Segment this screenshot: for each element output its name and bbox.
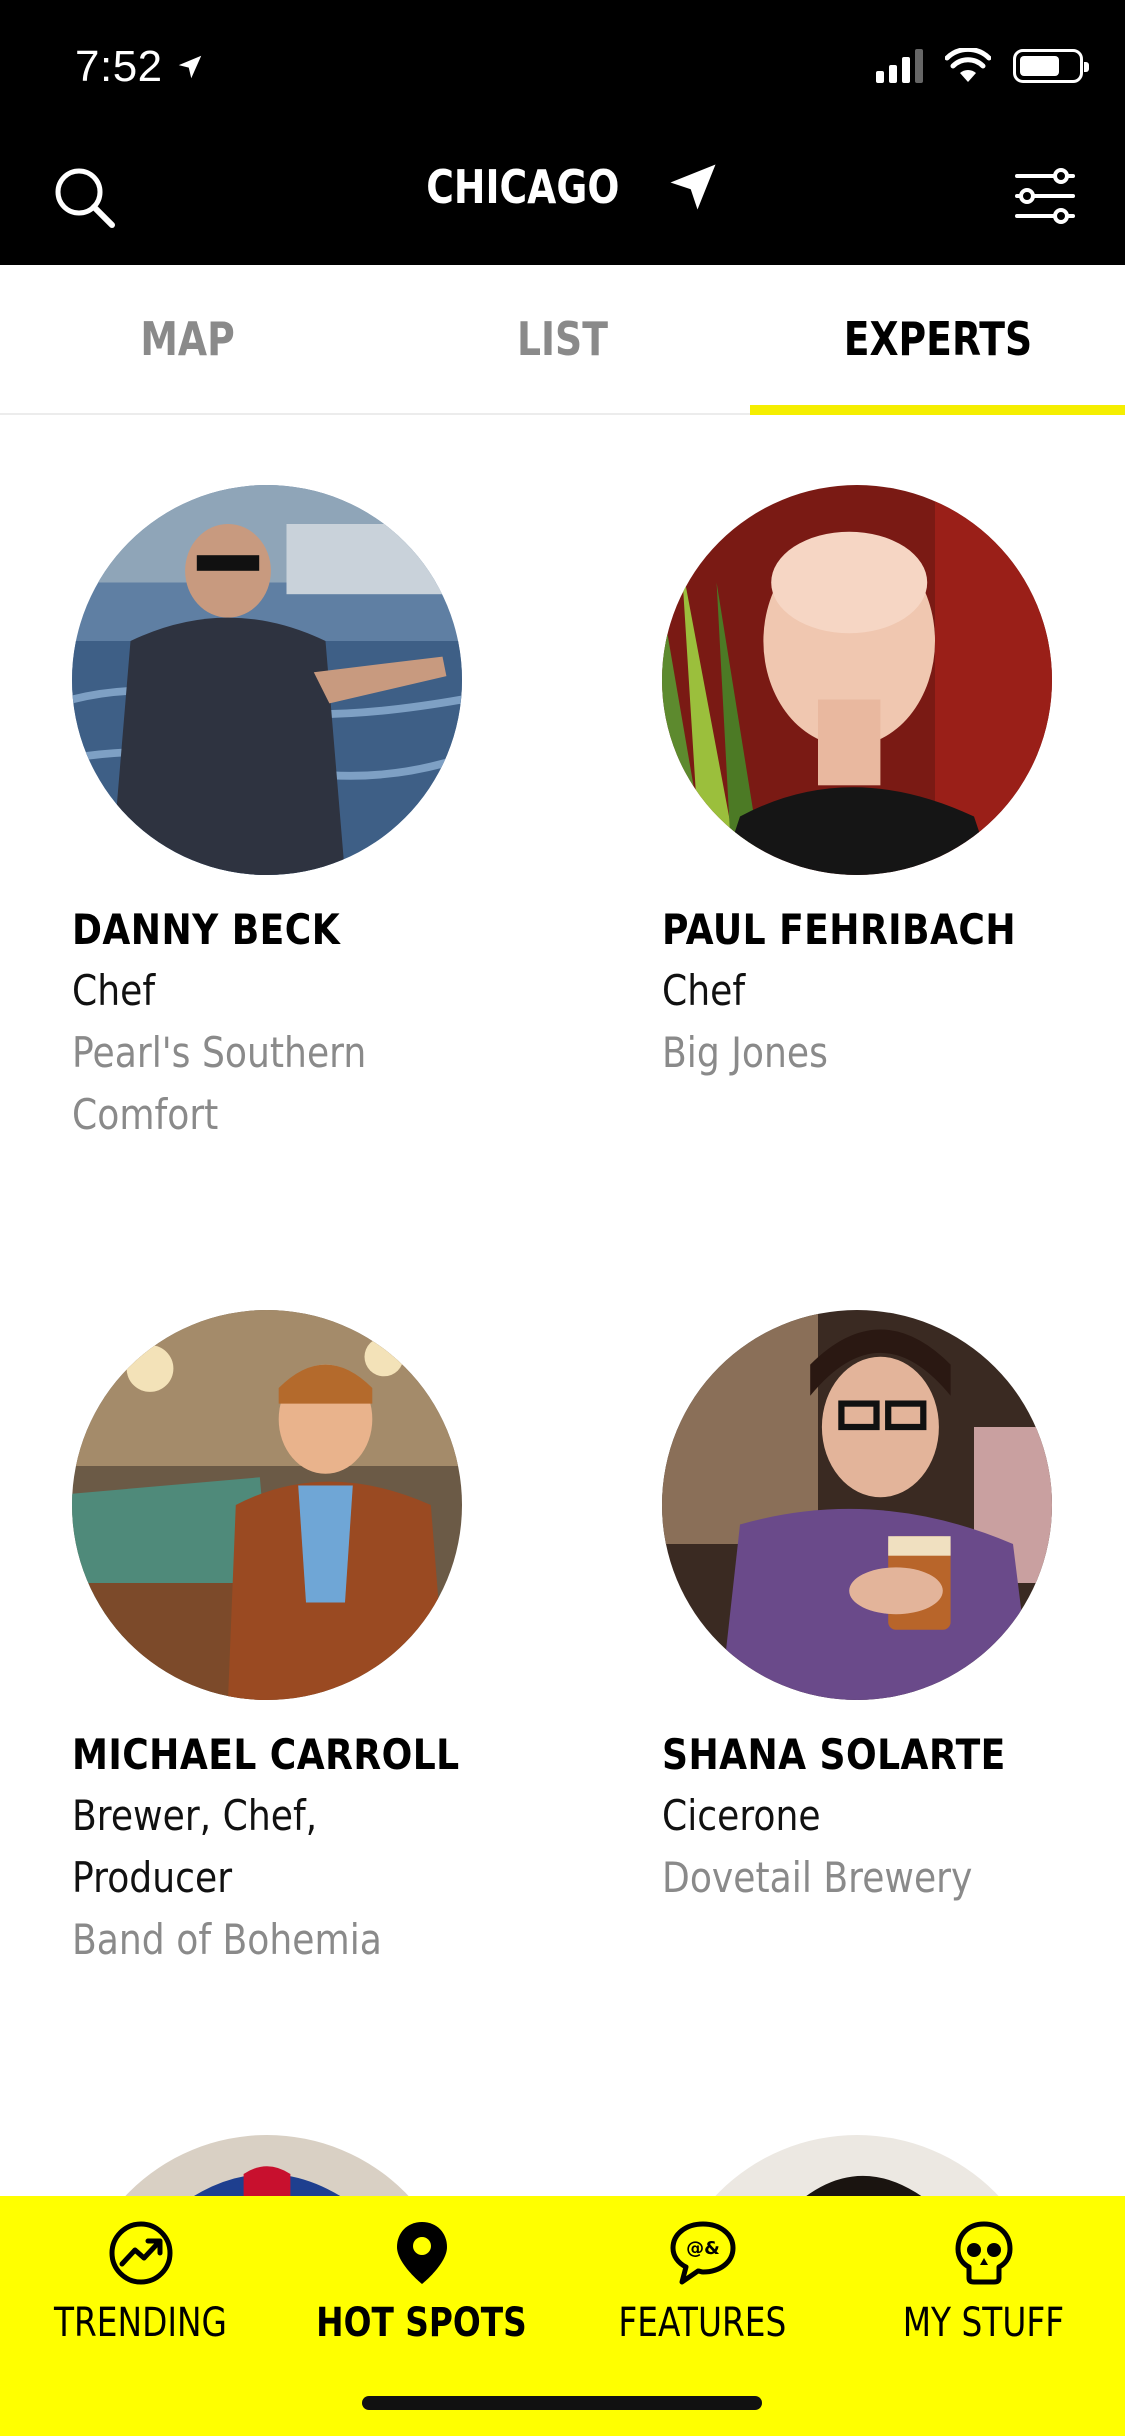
expert-name: SHANA SOLARTE <box>662 1730 1006 1779</box>
nav-label: TRENDING <box>54 2300 227 2346</box>
expert-role: Cicerone <box>662 1791 821 1840</box>
expert-role: Brewer, Chef, Producer <box>72 1791 318 1902</box>
battery-icon <box>1013 49 1089 83</box>
expert-card[interactable]: DANNY BECK Chef Pearl's Southern Comfort <box>72 485 492 1146</box>
tab-experts[interactable]: EXPERTS <box>750 265 1125 415</box>
skull-icon <box>955 2221 1012 2285</box>
location-services-icon <box>178 55 201 79</box>
sliders-menu-icon <box>1015 168 1075 224</box>
view-tabs: MAP LIST EXPERTS <box>0 265 1125 415</box>
expert-venue[interactable]: Band of Bohemia <box>72 1909 433 1971</box>
filter-button[interactable] <box>1013 168 1077 224</box>
nav-label: FEATURES <box>618 2300 787 2346</box>
city-selector[interactable]: CHICAGO <box>0 160 1125 214</box>
nav-features[interactable]: @& FEATURES <box>562 2196 843 2396</box>
avatar[interactable] <box>72 1310 462 1700</box>
city-label: CHICAGO <box>425 160 620 214</box>
home-indicator[interactable] <box>362 2396 762 2410</box>
wifi-icon <box>945 48 991 82</box>
expert-name: MICHAEL CARROLL <box>72 1730 460 1779</box>
expert-card[interactable]: SHANA SOLARTE Cicerone Dovetail Brewery <box>662 1310 1082 1909</box>
expert-card[interactable]: MICHAEL CARROLL Brewer, Chef, Producer B… <box>72 1310 492 1971</box>
tab-list[interactable]: LIST <box>375 265 750 413</box>
expert-venue[interactable]: Big Jones <box>662 1022 1023 1084</box>
avatar[interactable] <box>662 1310 1052 1700</box>
expert-card[interactable]: PAUL FEHRIBACH Chef Big Jones <box>662 485 1082 1084</box>
chat-bubble-icon: @& <box>670 2221 735 2285</box>
avatar[interactable] <box>662 485 1052 875</box>
nav-my-stuff[interactable]: MY STUFF <box>843 2196 1124 2396</box>
expert-name: PAUL FEHRIBACH <box>662 905 1016 954</box>
nav-label: MY STUFF <box>902 2300 1065 2346</box>
expert-name: DANNY BECK <box>72 905 341 954</box>
trending-up-icon <box>109 2221 172 2285</box>
tab-map[interactable]: MAP <box>0 265 375 413</box>
avatar[interactable] <box>72 485 462 875</box>
top-bar: 7:52 CHICAGO <box>0 0 1125 265</box>
status-time: 7:52 <box>75 42 205 92</box>
expert-venue[interactable]: Pearl's Southern Comfort <box>72 1022 433 1146</box>
status-indicators <box>876 48 1089 84</box>
nav-trending[interactable]: TRENDING <box>0 2196 281 2396</box>
map-pin-icon <box>396 2222 447 2284</box>
nav-label: HOT SPOTS <box>316 2300 527 2346</box>
expert-role: Chef <box>662 966 746 1015</box>
svg-text:@&: @& <box>686 2238 720 2259</box>
navigation-arrow-icon <box>670 164 716 210</box>
nav-hot-spots[interactable]: HOT SPOTS <box>281 2196 562 2396</box>
expert-venue[interactable]: Dovetail Brewery <box>662 1847 1023 1909</box>
cellular-signal-icon <box>876 49 923 83</box>
expert-role: Chef <box>72 966 156 1015</box>
